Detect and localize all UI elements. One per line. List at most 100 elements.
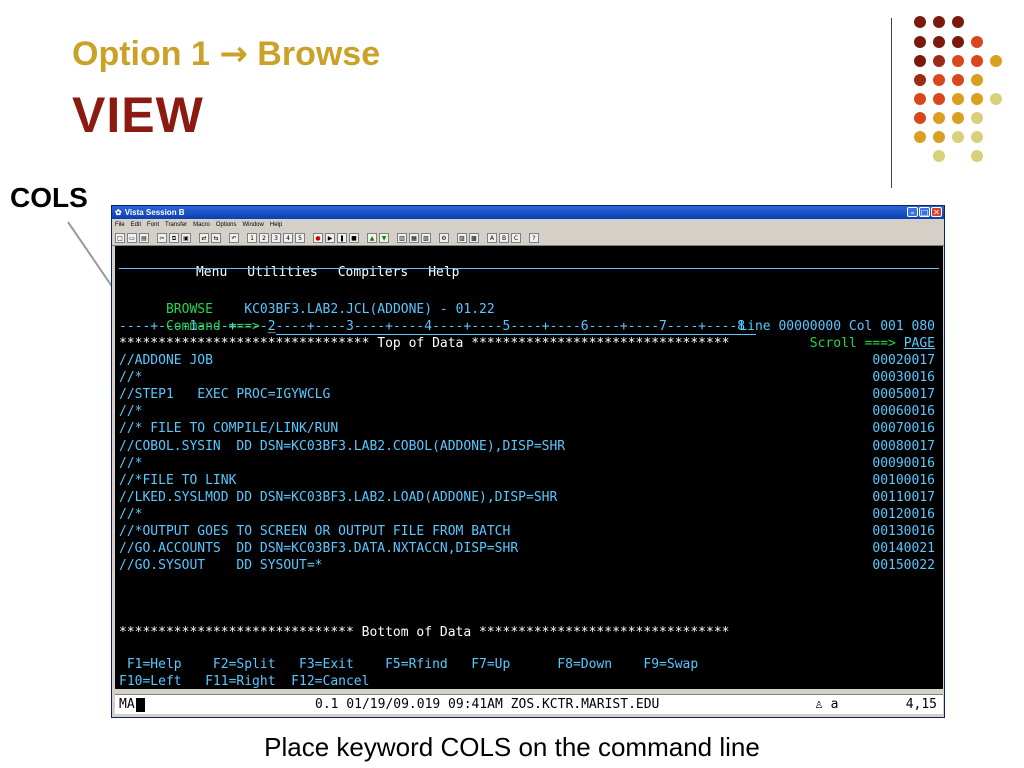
window-controls: – □ ✕ [907, 207, 942, 217]
cursor-position: 4,15 [905, 697, 937, 712]
stop-icon[interactable]: ■ [349, 232, 359, 243]
jcl-line[interactable]: //* 00120016 [119, 506, 939, 523]
scroll-amount[interactable]: PAGE [904, 336, 935, 351]
sequence-number: 00050017 [872, 387, 935, 403]
sequence-number: 00030016 [872, 370, 935, 386]
person-icon: ♙ [815, 697, 823, 712]
key-b-icon[interactable]: B [499, 232, 509, 243]
window-title: Vista Session B [124, 208, 185, 217]
sequence-number: 00060016 [872, 404, 935, 420]
jcl-line[interactable]: //* FILE TO COMPILE/LINK/RUN 00070016 [119, 420, 939, 437]
help-icon[interactable]: ? [529, 232, 539, 243]
menu-file[interactable]: File [115, 222, 125, 228]
up-icon[interactable]: ▲ [367, 232, 377, 243]
copy-icon[interactable]: ⧉ [169, 232, 179, 243]
sequence-number: 00100016 [872, 472, 935, 488]
menu-transfer[interactable]: Transfer [165, 222, 187, 228]
slide-caption: Place keyword COLS on the command line [264, 732, 760, 762]
key-c-icon[interactable]: C [511, 232, 521, 243]
cut-icon[interactable]: ✂ [157, 232, 167, 243]
cursor-block [135, 697, 145, 712]
macro-3-icon[interactable]: 3 [271, 232, 281, 243]
maximize-icon[interactable]: □ [919, 207, 930, 217]
jcl-text: //ADDONE JOB [119, 353, 213, 368]
jcl-line[interactable]: //GO.SYSOUT DD SYSOUT=* 00150022 [119, 557, 939, 574]
jcl-text: //*FILE TO LINK [119, 472, 237, 488]
script-icon[interactable]: ▩ [469, 232, 479, 243]
macro-4-icon[interactable]: 4 [283, 232, 293, 243]
jcl-line[interactable]: //ADDONE JOB 00020017 [119, 352, 939, 369]
jcl-text: //* [119, 455, 143, 471]
print-icon[interactable]: ▤ [139, 232, 149, 243]
sequence-number: 00070016 [872, 421, 935, 437]
status-bar: MA 0.1 01/19/09.019 09:41AM ZOS.KCTR.MAR… [115, 694, 943, 714]
scroll-label: Scroll ===> [809, 336, 896, 351]
undo-icon[interactable]: ↶ [229, 232, 239, 243]
disconnect-icon[interactable]: ⇆ [211, 232, 221, 243]
window-titlebar[interactable]: ✿ Vista Session B – □ ✕ [112, 206, 944, 219]
macro-5-icon[interactable]: 5 [295, 232, 305, 243]
clipboard-icon[interactable]: ▨ [457, 232, 467, 243]
pause-icon[interactable]: ❚ [337, 232, 347, 243]
jcl-line[interactable]: //COBOL.SYSIN DD DSN=KC03BF3.LAB2.COBOL(… [119, 438, 939, 455]
jcl-text: //* [119, 370, 143, 386]
ispf-menubar: Menu Utilities Compilers Help [149, 247, 480, 280]
status-mode: MA [119, 697, 135, 712]
receive-icon[interactable]: ▦ [409, 232, 419, 243]
down-icon[interactable]: ▼ [379, 232, 389, 243]
macro-2-icon[interactable]: 2 [259, 232, 269, 243]
column-ruler: ----+----1----+----2----+----3----+----4… [119, 319, 746, 334]
sequence-number: 00080017 [872, 438, 935, 454]
settings-icon[interactable]: ⚙ [439, 232, 449, 243]
open-icon[interactable]: ▭ [127, 232, 137, 243]
jcl-text: //* [119, 404, 143, 420]
jcl-text: //* FILE TO COMPILE/LINK/RUN [119, 421, 339, 437]
jcl-text: //COBOL.SYSIN DD DSN=KC03BF3.LAB2.COBOL(… [119, 438, 566, 454]
sequence-number: 00090016 [872, 455, 935, 471]
macro-1-icon[interactable]: 1 [247, 232, 257, 243]
pf-keys-row-1: F1=Help F2=Split F3=Exit F5=Rfind F7=Up … [119, 657, 699, 672]
menu-help[interactable]: Help [270, 222, 282, 228]
jcl-line[interactable]: //* 00090016 [119, 455, 939, 472]
jcl-line[interactable]: //STEP1 EXEC PROC=IGYWCLG 00050017 [119, 386, 939, 403]
menu-separator [119, 268, 939, 269]
sequence-number: 00140021 [872, 541, 935, 557]
sequence-number: 00110017 [872, 489, 935, 505]
play-icon[interactable]: ▶ [325, 232, 335, 243]
browse-header: BROWSE KC03BF3.LAB2.JCL(ADDONE) - 01.22 … [119, 284, 939, 334]
jcl-line[interactable]: //* 00030016 [119, 369, 939, 386]
jcl-text: //STEP1 EXEC PROC=IGYWCLG [119, 387, 331, 403]
scroll-field: Scroll ===> PAGE [810, 335, 935, 352]
jcl-line[interactable]: //GO.ACCOUNTS DD DSN=KC03BF3.DATA.NXTACC… [119, 540, 939, 557]
minimize-icon[interactable]: – [907, 207, 918, 217]
sequence-number: 00120016 [872, 506, 935, 522]
terminal-screen[interactable]: Menu Utilities Compilers Help BROWSE KC03BF… [115, 246, 943, 689]
jcl-text: //GO.ACCOUNTS DD DSN=KC03BF3.DATA.NXTACC… [119, 541, 519, 557]
jcl-line[interactable]: //*OUTPUT GOES TO SCREEN OR OUTPUT FILE … [119, 523, 939, 540]
status-info: 0.1 01/19/09.019 09:41AM ZOS.KCTR.MARIST… [315, 697, 660, 712]
paste-icon[interactable]: ▣ [181, 232, 191, 243]
key-a-icon[interactable]: A [487, 232, 497, 243]
jcl-text: //*OUTPUT GOES TO SCREEN OR OUTPUT FILE … [119, 524, 511, 539]
connect-icon[interactable]: ⇄ [199, 232, 209, 243]
menu-edit[interactable]: Edit [131, 222, 141, 228]
sequence-number: 00020017 [872, 353, 935, 368]
menu-options[interactable]: Options [216, 222, 237, 228]
jcl-text: //LKED.SYSLMOD DD DSN=KC03BF3.LAB2.LOAD(… [119, 489, 558, 505]
close-icon[interactable]: ✕ [931, 207, 942, 217]
jcl-line[interactable]: //* 00060016 [119, 403, 939, 420]
new-icon[interactable]: □ [115, 232, 125, 243]
send-icon[interactable]: ▥ [397, 232, 407, 243]
record-icon[interactable]: ● [313, 232, 323, 243]
session-indicator: ♙ a [815, 697, 839, 712]
keyboard-icon[interactable]: ▧ [421, 232, 431, 243]
jcl-line[interactable]: //*FILE TO LINK 00100016 [119, 472, 939, 489]
line-col-info: Line 00000000 Col 001 080 [739, 319, 935, 334]
menu-font[interactable]: Font [147, 222, 159, 228]
menu-macro[interactable]: Macro [193, 222, 210, 228]
pf-keys-row-2: F10=Left F11=Right F12=Cancel [119, 674, 370, 689]
sequence-number: 00150022 [872, 558, 935, 574]
menu-window[interactable]: Window [243, 222, 264, 228]
jcl-line[interactable]: //LKED.SYSLMOD DD DSN=KC03BF3.LAB2.LOAD(… [119, 489, 939, 506]
bottom-of-data: ****************************** Bottom of… [119, 625, 730, 640]
